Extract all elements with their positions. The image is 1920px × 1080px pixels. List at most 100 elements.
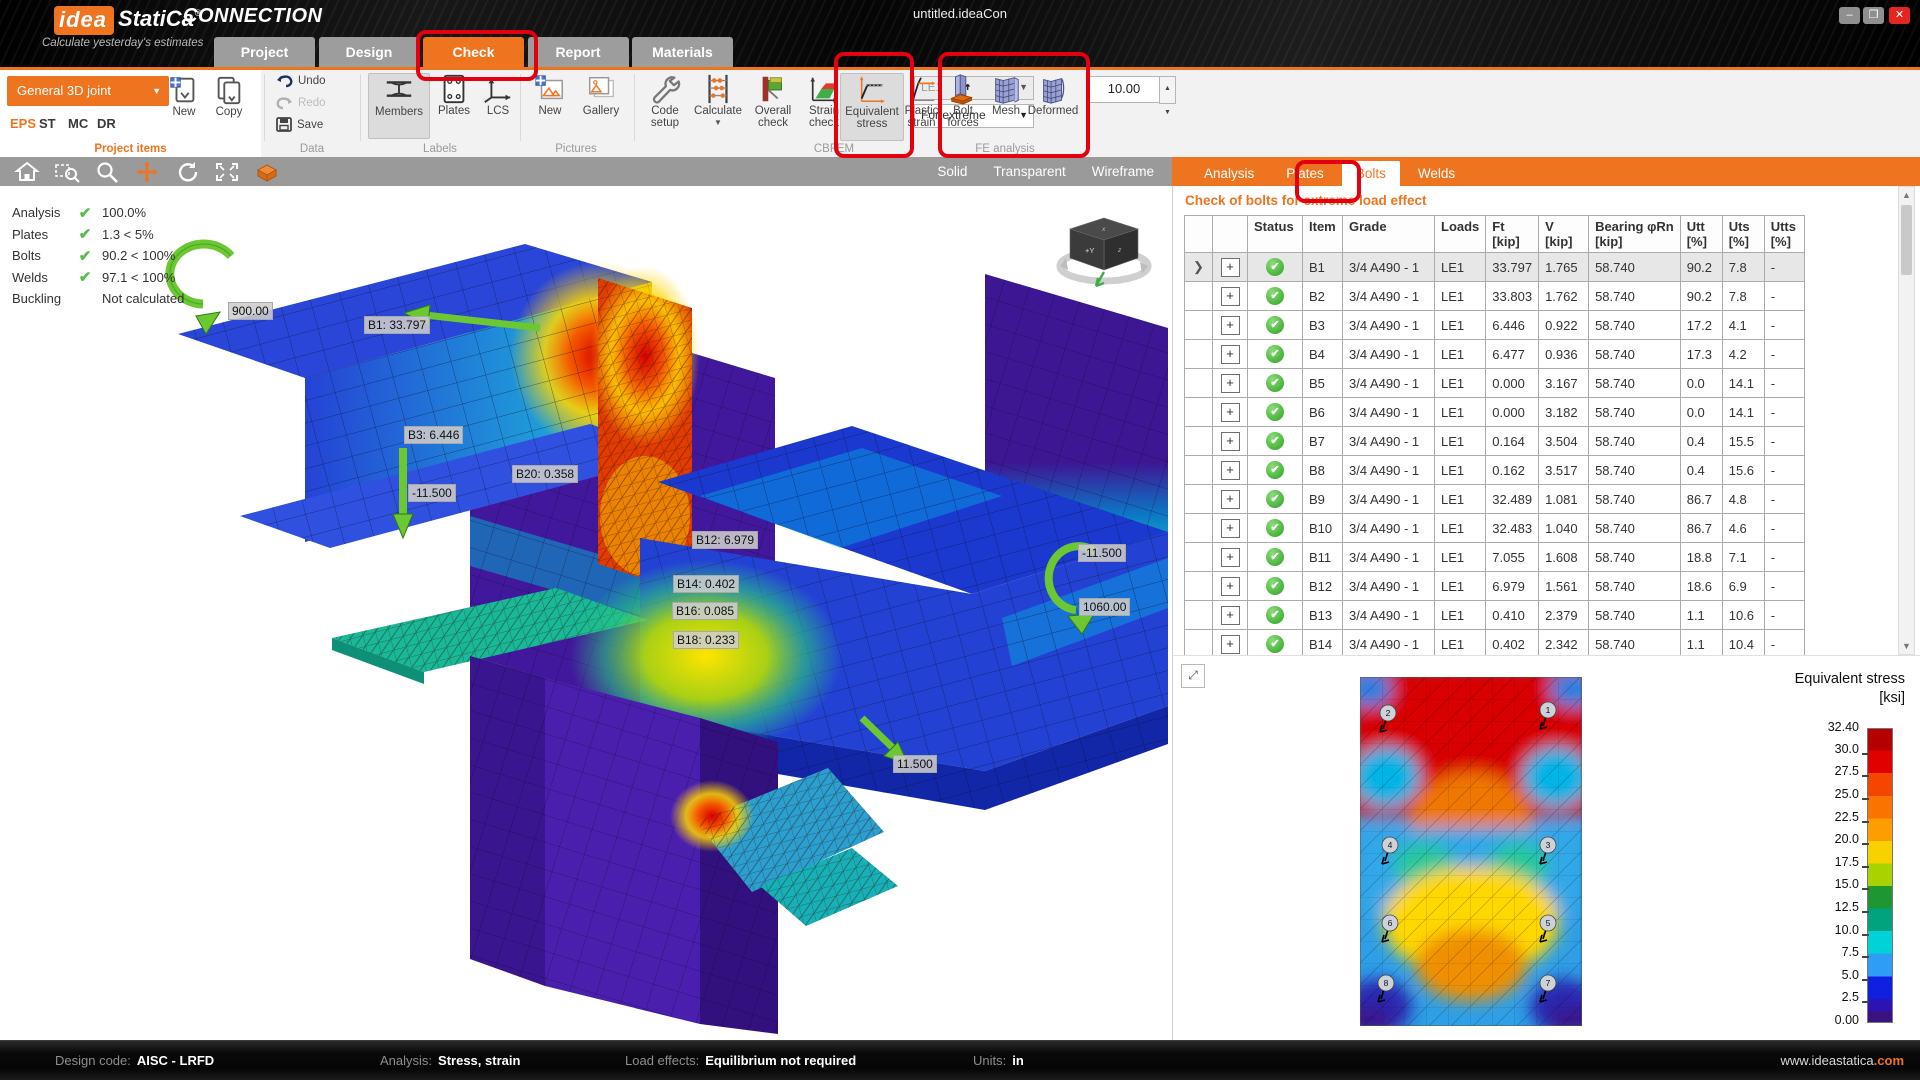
column-header[interactable]: Loads [1435,216,1486,253]
deformed-button[interactable]: Deformed [1029,73,1077,139]
column-header[interactable]: Uts[%] [1722,216,1764,253]
scrollbar-down-icon[interactable]: ▼ [1899,641,1914,651]
bolt-row-B6[interactable]: +✔B63/4 A490 - 1LE10.0003.18258.7400.014… [1185,398,1805,427]
zoom-window-icon[interactable] [54,161,80,183]
expand-row-button[interactable]: + [1221,519,1240,538]
redo-button[interactable]: Redo [276,95,326,110]
close-button[interactable]: ✕ [1889,7,1910,24]
spinner-down-icon[interactable]: ▼ [1164,101,1171,125]
spinner-up-icon[interactable]: ▲ [1164,77,1171,101]
tab-check[interactable]: Check [423,37,524,67]
bolt-row-B11[interactable]: +✔B113/4 A490 - 1LE17.0551.60858.74018.8… [1185,543,1805,572]
mesh-button[interactable]: Mesh [986,73,1026,139]
expand-row-button[interactable]: + [1221,490,1240,509]
solid-view-icon[interactable] [254,161,280,183]
expand-row-button[interactable]: + [1221,258,1240,277]
undo-button[interactable]: Undo [276,73,326,88]
bolt-row-B14[interactable]: +✔B143/4 A490 - 1LE10.4022.34258.7401.11… [1185,630,1805,656]
view-mode-wireframe[interactable]: Wireframe [1092,164,1154,179]
table-cell: 58.740 [1589,543,1681,572]
members-toggle-button[interactable]: Members [368,73,430,139]
deformed-scale-spinner[interactable]: 10.00 ▲ ▼ [1087,76,1161,103]
bolt-row-B5[interactable]: +✔B53/4 A490 - 1LE10.0003.16758.7400.014… [1185,369,1805,398]
bolt-row-B13[interactable]: +✔B133/4 A490 - 1LE10.4102.37958.7401.11… [1185,601,1805,630]
column-header[interactable]: Ft[kip] [1486,216,1539,253]
minimize-button[interactable]: – [1839,7,1860,24]
bolt-row-B4[interactable]: +✔B43/4 A490 - 1LE16.4770.93658.74017.34… [1185,340,1805,369]
bolt-check-table[interactable]: StatusItemGradeLoadsFt[kip]V[kip]Bearing… [1184,215,1805,655]
column-header[interactable]: Utts[%] [1764,216,1804,253]
website-link[interactable]: www.ideastatica.com [1780,1053,1904,1068]
new-project-button[interactable]: New [163,74,205,118]
column-header[interactable]: Bearing φRn[kip] [1589,216,1681,253]
plates-toggle-button[interactable]: Plates [432,73,476,137]
bolt-row-B10[interactable]: +✔B103/4 A490 - 1LE132.4831.04058.74086.… [1185,514,1805,543]
view-mode-transparent[interactable]: Transparent [993,164,1065,179]
result-tab-plates[interactable]: Plates [1272,161,1338,186]
mode-eps[interactable]: EPS [10,116,36,131]
joint-type-dropdown[interactable]: General 3D joint ▼ [7,76,169,106]
copy-project-button[interactable]: Copy [208,74,250,118]
column-header[interactable] [1185,216,1213,253]
tab-project[interactable]: Project [214,37,315,67]
expand-row-button[interactable]: + [1221,606,1240,625]
result-tab-analysis[interactable]: Analysis [1190,161,1268,186]
expand-row-button[interactable]: + [1221,374,1240,393]
home-icon[interactable] [14,161,40,183]
tab-materials[interactable]: Materials [632,37,733,67]
expand-plot-button[interactable]: ⤢ [1181,664,1205,688]
lcs-toggle-button[interactable]: LCS [478,73,518,137]
picture-new-button[interactable]: New [528,73,572,137]
scrollbar-up-icon[interactable]: ▲ [1899,190,1914,200]
table-scrollbar[interactable]: ▲ ▼ [1898,186,1915,655]
bolt-row-B3[interactable]: +✔B33/4 A490 - 1LE16.4460.92258.74017.24… [1185,311,1805,340]
mode-dr[interactable]: DR [97,116,116,131]
calculate-dropdown-arrow[interactable]: ▼ [714,117,722,129]
plastic-strain-button[interactable]: Plastic strain [903,73,940,139]
expand-row-button[interactable]: + [1221,432,1240,451]
model-viewport[interactable]: Analysis✔100.0%Plates✔1.3 < 5%Bolts✔90.2… [0,186,1172,1040]
code-setup-button[interactable]: Code setup [641,73,689,137]
column-header[interactable]: V[kip] [1539,216,1589,253]
scrollbar-thumb[interactable] [1901,205,1912,275]
view-mode-solid[interactable]: Solid [937,164,967,179]
expand-row-button[interactable]: + [1221,316,1240,335]
zoom-fit-icon[interactable] [214,161,240,183]
expand-row-button[interactable]: + [1221,345,1240,364]
bolt-row-B8[interactable]: +✔B83/4 A490 - 1LE10.1623.51758.7400.415… [1185,456,1805,485]
expand-row-button[interactable]: + [1221,403,1240,422]
navigation-cube[interactable]: +Y z x [1056,210,1152,292]
gallery-button[interactable]: Gallery [574,73,628,137]
bolt-row-B9[interactable]: +✔B93/4 A490 - 1LE132.4891.08158.74086.7… [1185,485,1805,514]
overall-check-button[interactable]: Overall check [748,73,798,137]
bolt-row-B12[interactable]: +✔B123/4 A490 - 1LE16.9791.56158.74018.6… [1185,572,1805,601]
spinner-arrows[interactable]: ▲ ▼ [1159,76,1176,104]
column-header[interactable]: Utt[%] [1680,216,1722,253]
maximize-button[interactable]: ❐ [1863,7,1884,24]
zoom-icon[interactable] [94,161,120,183]
save-button[interactable]: Save [276,117,323,132]
column-header[interactable] [1213,216,1248,253]
bolt-row-B2[interactable]: +✔B23/4 A490 - 1LE133.8031.76258.74090.2… [1185,282,1805,311]
bolt-forces-button[interactable]: Bolt forces [943,73,983,139]
expand-row-button[interactable]: + [1221,577,1240,596]
tab-report[interactable]: Report [528,37,629,67]
rotate-icon[interactable] [174,161,200,183]
column-header[interactable]: Item [1303,216,1343,253]
column-header[interactable]: Status [1248,216,1303,253]
mode-st[interactable]: ST [39,116,56,131]
pan-icon[interactable] [134,161,160,183]
bolt-row-B1[interactable]: ❯+✔B13/4 A490 - 1LE133.7971.76558.74090.… [1185,253,1805,282]
result-tab-bolts[interactable]: Bolts [1342,161,1400,186]
tab-design[interactable]: Design [319,37,420,67]
expand-row-button[interactable]: + [1221,548,1240,567]
result-tab-welds[interactable]: Welds [1404,161,1469,186]
bolt-row-B7[interactable]: +✔B73/4 A490 - 1LE10.1643.50458.7400.415… [1185,427,1805,456]
equivalent-stress-button[interactable]: Equivalent stress [840,73,904,141]
mode-mc[interactable]: MC [68,116,88,131]
calculate-button[interactable]: Calculate ▼ [692,73,744,137]
column-header[interactable]: Grade [1343,216,1435,253]
expand-row-button[interactable]: + [1221,287,1240,306]
expand-row-button[interactable]: + [1221,635,1240,654]
expand-row-button[interactable]: + [1221,461,1240,480]
